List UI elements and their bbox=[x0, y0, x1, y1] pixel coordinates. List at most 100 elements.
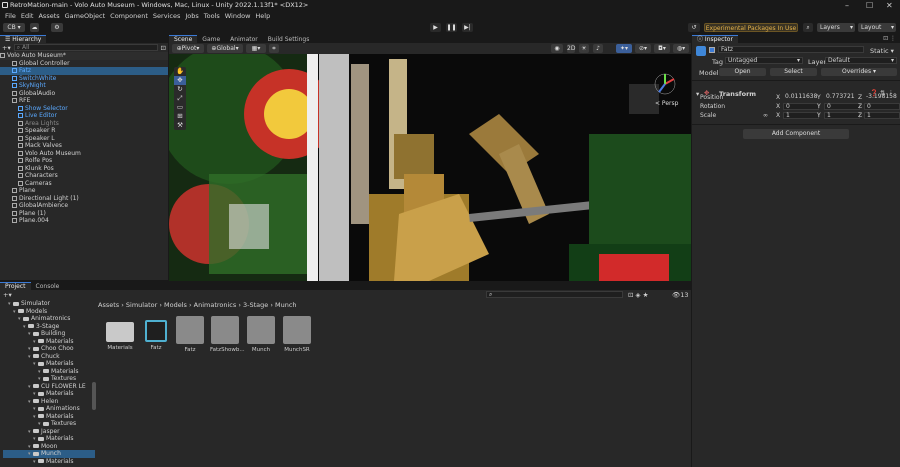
hierarchy-item[interactable]: Volo Auto Museum* bbox=[0, 52, 168, 60]
2d-toggle[interactable]: 2D bbox=[567, 44, 575, 53]
overrides-dropdown[interactable]: Overrides ▾ bbox=[821, 68, 897, 76]
pause-button[interactable]: ❚❚ bbox=[446, 23, 457, 32]
menu-window[interactable]: Window bbox=[225, 11, 251, 21]
menu-help[interactable]: Help bbox=[255, 11, 270, 21]
minimize-icon[interactable]: – bbox=[845, 0, 849, 11]
filter-icon[interactable]: ⊡ ◈ ★ bbox=[628, 291, 648, 299]
audio-icon[interactable]: ♪ bbox=[593, 44, 603, 53]
hierarchy-search-input[interactable]: ⌕ All bbox=[13, 44, 158, 51]
rotation-x-field[interactable]: 0 bbox=[783, 103, 819, 110]
folder-item[interactable]: ▾ Textures bbox=[3, 420, 95, 428]
asset-item[interactable]: MunchSR bbox=[282, 316, 312, 353]
hierarchy-item[interactable]: Cameras bbox=[0, 180, 168, 188]
snap-icon[interactable]: ⌗ bbox=[269, 44, 279, 53]
tab-scene[interactable]: Scene bbox=[169, 35, 198, 43]
experimental-packages-badge[interactable]: Experimental Packages In Use ▾ bbox=[704, 23, 798, 41]
asset-item[interactable]: Materials bbox=[105, 316, 135, 351]
menu-jobs[interactable]: Jobs bbox=[185, 11, 198, 21]
search-icon[interactable]: ⌕ bbox=[803, 23, 813, 32]
hierarchy-item[interactable]: Global Controller bbox=[0, 60, 168, 68]
asset-item[interactable]: Fatz bbox=[175, 316, 205, 353]
rotate-tool-icon[interactable]: ↻ bbox=[174, 85, 186, 94]
hierarchy-item[interactable]: Fatz bbox=[0, 67, 168, 75]
folder-item[interactable]: ▾ Materials bbox=[3, 368, 95, 376]
menu-edit[interactable]: Edit bbox=[21, 11, 34, 21]
grid-snap-icon[interactable]: ▦▾ bbox=[246, 44, 266, 53]
move-tool-icon[interactable]: ✥ bbox=[174, 76, 186, 85]
asset-item[interactable]: Munch bbox=[246, 316, 276, 353]
folder-item[interactable]: ▾ Materials bbox=[3, 360, 95, 368]
hierarchy-item[interactable]: Show Selector bbox=[0, 105, 168, 113]
hand-tool-icon[interactable]: ✋ bbox=[174, 67, 186, 76]
tab-hierarchy[interactable]: ☰ Hierarchy bbox=[0, 35, 47, 43]
folder-item[interactable]: ▾ Animatronics bbox=[3, 315, 95, 323]
play-button[interactable]: ▶ bbox=[430, 23, 441, 32]
hidden-icon[interactable]: ⊘▾ bbox=[635, 44, 651, 53]
hierarchy-item[interactable]: Speaker L bbox=[0, 135, 168, 143]
hierarchy-item[interactable]: Area Lights bbox=[0, 120, 168, 128]
folder-item[interactable]: ▾ Chuck bbox=[3, 353, 95, 361]
tab-inspector[interactable]: ⓘ Inspector bbox=[692, 35, 738, 43]
lock-icon[interactable]: ⊡ ⋮ bbox=[883, 35, 900, 43]
asset-item[interactable]: Fatz bbox=[141, 316, 171, 351]
breadcrumb-item[interactable]: Animatronics bbox=[194, 301, 237, 309]
scale-y-field[interactable]: 1 bbox=[824, 112, 860, 119]
create-icon[interactable]: +▾ bbox=[3, 291, 12, 299]
custom-tool-icon[interactable]: ⚒ bbox=[174, 121, 186, 130]
layer-dropdown[interactable]: Default ▾ bbox=[825, 57, 897, 64]
hierarchy-item[interactable]: Live Editor bbox=[0, 112, 168, 120]
link-icon[interactable]: ∞ bbox=[763, 112, 768, 120]
folder-item[interactable]: ▾ Jasper bbox=[3, 428, 95, 436]
gizmos-icon[interactable]: ◍▾ bbox=[673, 44, 689, 53]
folder-item[interactable]: ▾ Building bbox=[3, 330, 95, 338]
breadcrumb-item[interactable]: Models bbox=[164, 301, 187, 309]
scale-tool-icon[interactable]: ⤢ bbox=[174, 94, 186, 103]
breadcrumb-item[interactable]: Simulator bbox=[126, 301, 157, 309]
folder-item[interactable]: ▾ Choo Choo bbox=[3, 345, 95, 353]
hierarchy-item[interactable]: RFE bbox=[0, 97, 168, 105]
scale-z-field[interactable]: 1 bbox=[864, 112, 900, 119]
hierarchy-item[interactable]: Directional Light (1) bbox=[0, 195, 168, 203]
hierarchy-item[interactable]: Speaker R bbox=[0, 127, 168, 135]
folder-item[interactable]: ▾ Materials bbox=[3, 435, 95, 443]
hierarchy-item[interactable]: Klunk Pos bbox=[0, 165, 168, 173]
static-toggle[interactable]: Static ▾ bbox=[870, 47, 894, 55]
hierarchy-item[interactable]: GlobalAudio bbox=[0, 90, 168, 98]
rotation-z-field[interactable]: 0 bbox=[864, 103, 900, 110]
rect-tool-icon[interactable]: ▭ bbox=[174, 103, 186, 112]
rotation-y-field[interactable]: 0 bbox=[824, 103, 860, 110]
position-z-field[interactable]: -3.198158 bbox=[864, 94, 900, 101]
global-dropdown[interactable]: ⊕Global▾ bbox=[207, 44, 243, 53]
scale-x-field[interactable]: 1 bbox=[783, 112, 819, 119]
folder-item[interactable]: ▾ Animations bbox=[3, 405, 95, 413]
breadcrumb-item[interactable]: Assets bbox=[98, 301, 119, 309]
folder-item[interactable]: ▾ 3-Stage bbox=[3, 323, 95, 331]
folder-item[interactable]: ▾ Helen bbox=[3, 398, 95, 406]
effects-icon[interactable]: ✦▾ bbox=[616, 44, 632, 53]
object-name-input[interactable]: Fatz bbox=[718, 46, 864, 53]
account-button[interactable]: CB ▾ bbox=[3, 23, 25, 32]
menu-tools[interactable]: Tools bbox=[204, 11, 220, 21]
tab-project[interactable]: Project bbox=[0, 282, 31, 290]
folder-item[interactable]: ▾ Materials bbox=[3, 413, 95, 421]
active-checkbox[interactable] bbox=[709, 47, 715, 53]
hierarchy-item[interactable]: Plane.004 bbox=[0, 217, 168, 225]
folder-item[interactable]: ▾ Moon bbox=[3, 443, 95, 451]
open-button[interactable]: Open bbox=[719, 68, 766, 76]
folder-item[interactable]: ▾ Materials bbox=[3, 338, 95, 346]
lighting-icon[interactable]: ☀ bbox=[579, 44, 589, 53]
collab-icon[interactable]: ⚙ bbox=[51, 23, 63, 32]
layout-dropdown[interactable]: Layout ▾ bbox=[858, 23, 896, 32]
layers-dropdown[interactable]: Layers ▾ bbox=[817, 23, 855, 32]
hierarchy-item[interactable]: GlobalAmbience bbox=[0, 202, 168, 210]
hierarchy-item[interactable]: Rolfe Pos bbox=[0, 157, 168, 165]
scene-viewport[interactable]: < Persp bbox=[169, 54, 691, 281]
hierarchy-item[interactable]: Volo Auto Museum bbox=[0, 150, 168, 158]
folder-item[interactable]: ▾ Models bbox=[3, 308, 95, 316]
cloud-icon[interactable]: ☁ bbox=[30, 23, 39, 32]
tag-dropdown[interactable]: Untagged ▾ bbox=[725, 57, 803, 64]
position-y-field[interactable]: 0.773721 bbox=[824, 94, 860, 101]
add-component-button[interactable]: Add Component bbox=[743, 129, 849, 139]
folder-item[interactable]: ▾ Munch bbox=[3, 450, 95, 458]
maximize-icon[interactable]: ☐ bbox=[866, 0, 873, 11]
